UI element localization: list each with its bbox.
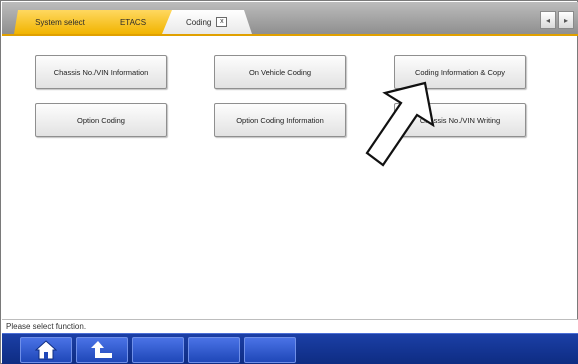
chevron-right-icon: ▸ — [563, 15, 568, 25]
tab-etacs-label: ETACS — [119, 17, 147, 27]
tab-prev-button[interactable]: ◂ — [540, 11, 556, 29]
option-coding-button[interactable]: Option Coding — [35, 103, 167, 137]
tab-next-button[interactable]: ▸ — [558, 11, 574, 29]
tab-close-icon[interactable]: x — [216, 17, 228, 27]
tab-nav-arrows: ◂ ▸ — [540, 11, 574, 29]
chassis-vin-writing-button[interactable]: Chassis No./VIN Writing — [394, 103, 526, 137]
coding-information-copy-button[interactable]: Coding Information & Copy — [394, 55, 526, 89]
status-bar: Please select function. — [2, 319, 578, 333]
option-coding-information-button[interactable]: Option Coding Information — [214, 103, 346, 137]
app-window: System select ETACS Coding x ◂ ▸ Chassis… — [0, 0, 578, 364]
tab-coding[interactable]: Coding x — [162, 10, 252, 34]
home-icon — [35, 340, 57, 360]
chevron-left-icon: ◂ — [545, 15, 550, 25]
on-vehicle-coding-button[interactable]: On Vehicle Coding — [214, 55, 346, 89]
home-button[interactable] — [20, 337, 72, 363]
tab-coding-label: Coding — [186, 17, 212, 27]
back-arrow-icon — [91, 341, 112, 358]
toolbar-button-4[interactable] — [188, 337, 240, 363]
back-button[interactable] — [76, 337, 128, 363]
chassis-vin-information-button[interactable]: Chassis No./VIN Information — [35, 55, 167, 89]
tab-bar: System select ETACS Coding x ◂ ▸ — [2, 2, 578, 36]
toolbar-button-5[interactable] — [244, 337, 296, 363]
status-message: Please select function. — [6, 322, 87, 331]
toolbar-button-3[interactable] — [132, 337, 184, 363]
bottom-toolbar — [2, 333, 578, 364]
tab-system-select-label: System select — [35, 17, 85, 27]
